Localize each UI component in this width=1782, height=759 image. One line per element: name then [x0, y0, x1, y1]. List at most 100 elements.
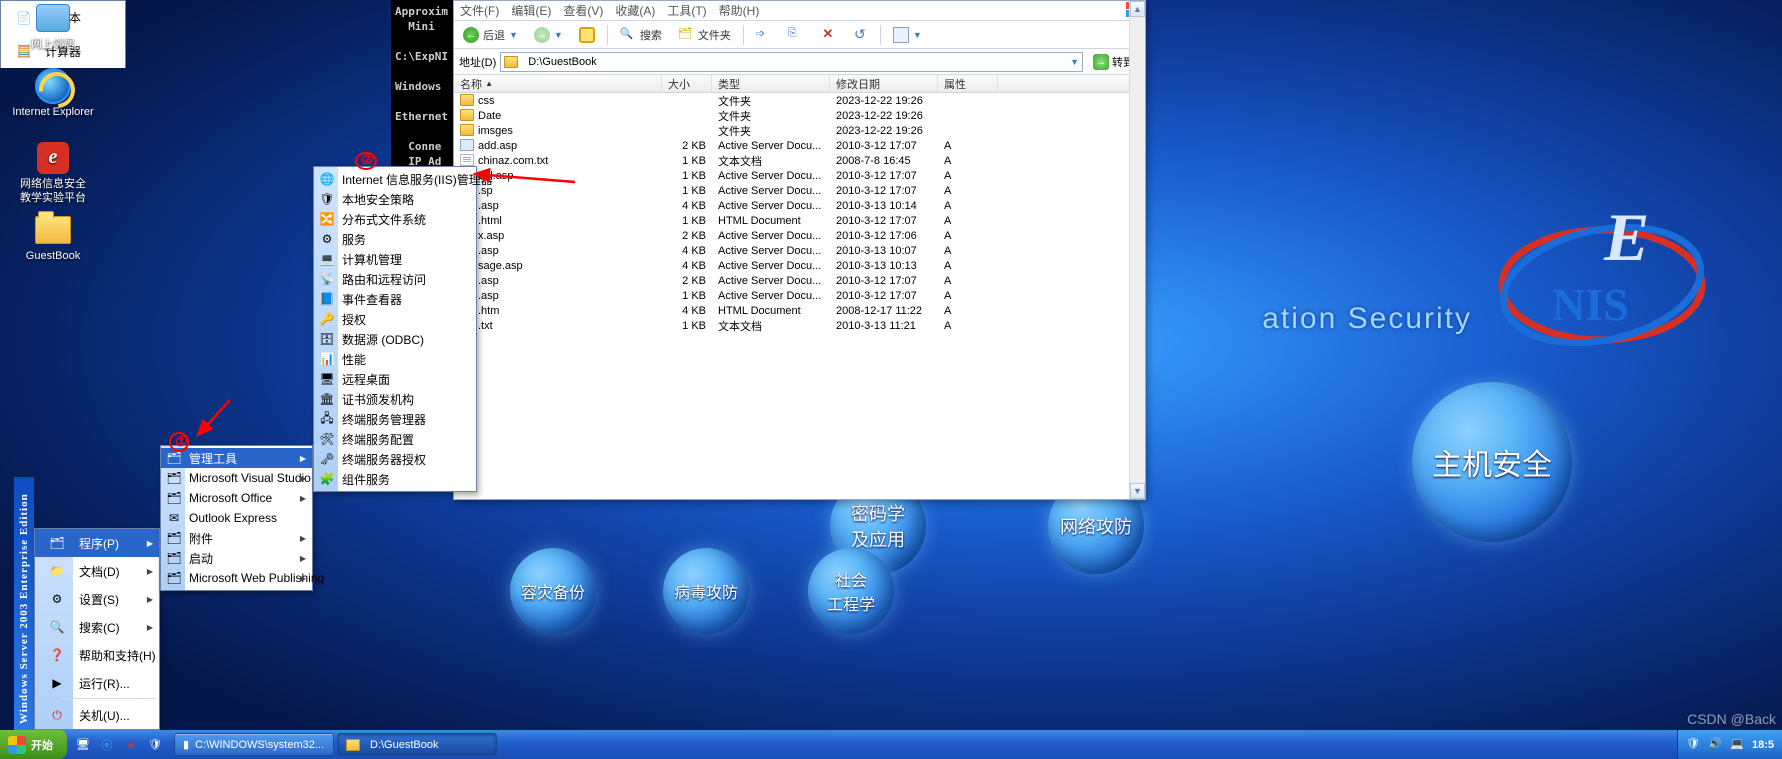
- menu-fav[interactable]: 收藏(A): [615, 2, 655, 19]
- table-row[interactable]: .txt1 KB文本文档2010-3-13 11:21A: [454, 318, 1145, 333]
- start-programs[interactable]: 🗂程序(P): [35, 529, 159, 557]
- table-row[interactable]: .asp2 KBActive Server Docu...2010-3-12 1…: [454, 273, 1145, 288]
- table-row[interactable]: del.asp1 KBActive Server Docu...2010-3-1…: [454, 168, 1145, 183]
- table-row[interactable]: .htm4 KBHTML Document2008-12-17 11:22A: [454, 303, 1145, 318]
- desktop-icon-nis[interactable]: e 网络信息安全 教学实验平台: [8, 140, 98, 206]
- start-shutdown[interactable]: ⏻关机(U)...: [35, 701, 159, 729]
- admin-tools-submenu[interactable]: 🌐Internet 信息服务(IIS)管理器 🛡本地安全策略 🔀分布式文件系统 …: [313, 166, 477, 492]
- admin-license[interactable]: 🔑授权: [314, 309, 476, 329]
- chevron-down-icon: ▼: [913, 30, 922, 40]
- admin-odbc[interactable]: 🗄数据源 (ODBC): [314, 329, 476, 349]
- admin-tslic[interactable]: 🗝终端服务器授权: [314, 449, 476, 469]
- menu-view[interactable]: 查看(V): [563, 2, 603, 19]
- back-button[interactable]: ←后退 ▼: [459, 25, 522, 45]
- start-run[interactable]: ▶运行(R)...: [35, 669, 159, 697]
- undo-button[interactable]: ↺: [848, 25, 872, 45]
- table-row[interactable]: sage.asp4 KBActive Server Docu...2010-3-…: [454, 258, 1145, 273]
- scroll-down-icon[interactable]: ▼: [1130, 483, 1145, 499]
- start-settings[interactable]: ⚙设置(S): [35, 585, 159, 613]
- programs-startup[interactable]: 🗂启动: [161, 548, 312, 568]
- column-attr[interactable]: 属性: [938, 75, 998, 92]
- explorer-window[interactable]: 文件(F) 编辑(E) 查看(V) 收藏(A) 工具(T) 帮助(H) ←后退 …: [453, 0, 1146, 500]
- file-list[interactable]: css文件夹2023-12-22 19:26Date文件夹2023-12-22 …: [454, 93, 1145, 499]
- table-row[interactable]: .asp1 KBActive Server Docu...2010-3-12 1…: [454, 288, 1145, 303]
- programs-accessories[interactable]: 🗂附件: [161, 528, 312, 548]
- column-type[interactable]: 类型: [712, 75, 830, 92]
- column-date[interactable]: 修改日期: [830, 75, 938, 92]
- file-size: 4 KB: [662, 200, 712, 212]
- tray-icon[interactable]: 💻: [1730, 737, 1746, 753]
- table-row[interactable]: .asp4 KBActive Server Docu...2010-3-13 1…: [454, 198, 1145, 213]
- start-documents[interactable]: 📁文档(D): [35, 557, 159, 585]
- file-name: .txt: [478, 320, 493, 332]
- admin-iis[interactable]: 🌐Internet 信息服务(IIS)管理器: [314, 169, 476, 189]
- search-button[interactable]: 🔍搜索: [616, 25, 666, 45]
- table-row[interactable]: add.asp2 KBActive Server Docu...2010-3-1…: [454, 138, 1145, 153]
- moveto-button[interactable]: ➩: [752, 25, 776, 45]
- admin-tscfg[interactable]: 🛠终端服务配置: [314, 429, 476, 449]
- desktop-icon-ie[interactable]: Internet Explorer: [8, 68, 98, 120]
- address-field[interactable]: ▼: [500, 52, 1083, 72]
- system-tray[interactable]: 🛡 🔊 💻 18:5: [1677, 730, 1782, 759]
- views-button[interactable]: ▼: [889, 25, 926, 45]
- clock[interactable]: 18:5: [1752, 739, 1774, 751]
- taskbar-task-cmd[interactable]: ▮C:\WINDOWS\system32...: [174, 733, 334, 756]
- admin-rras[interactable]: 📡路由和远程访问: [314, 269, 476, 289]
- programs-office[interactable]: 🗂Microsoft Office: [161, 488, 312, 508]
- table-row[interactable]: css文件夹2023-12-22 19:26: [454, 93, 1145, 108]
- desktop-icon-network[interactable]: 网上邻居: [8, 0, 98, 52]
- start-button[interactable]: 开始: [0, 730, 67, 759]
- programs-webpub[interactable]: 🗂Microsoft Web Publishing: [161, 568, 312, 588]
- forward-button[interactable]: →▼: [530, 25, 567, 45]
- programs-submenu[interactable]: 🗂管理工具 🗂Microsoft Visual Studio 6.0 🗂Micr…: [160, 445, 313, 591]
- delete-button[interactable]: ✕: [816, 25, 840, 45]
- menu-tools[interactable]: 工具(T): [667, 2, 706, 19]
- desktop-label: 网络信息安全 教学实验平台: [8, 178, 98, 206]
- table-row[interactable]: .sp1 KBActive Server Docu...2010-3-12 17…: [454, 183, 1145, 198]
- programs-admin-tools[interactable]: 🗂管理工具: [161, 448, 312, 468]
- programs-vs6[interactable]: 🗂Microsoft Visual Studio 6.0: [161, 468, 312, 488]
- start-menu[interactable]: 🗂程序(P) 📁文档(D) ⚙设置(S) 🔍搜索(C) ❓帮助和支持(H) ▶运…: [34, 528, 160, 730]
- admin-comsvc[interactable]: 🧩组件服务: [314, 469, 476, 489]
- menu-help[interactable]: 帮助(H): [719, 2, 760, 19]
- admin-ca[interactable]: 🏛证书颁发机构: [314, 389, 476, 409]
- address-input[interactable]: [526, 55, 1066, 69]
- ql-ie[interactable]: ⓔ: [97, 735, 117, 755]
- taskbar-task-guestbook[interactable]: D:\GuestBook: [337, 733, 497, 756]
- table-row[interactable]: Date文件夹2023-12-22 19:26: [454, 108, 1145, 123]
- start-search[interactable]: 🔍搜索(C): [35, 613, 159, 641]
- table-row[interactable]: .asp4 KBActive Server Docu...2010-3-13 1…: [454, 243, 1145, 258]
- scrollbar[interactable]: ▲ ▼: [1129, 93, 1145, 499]
- ql-security[interactable]: 🛡: [145, 735, 165, 755]
- ql-nis[interactable]: e: [121, 735, 141, 755]
- desktop-icon-guestbook[interactable]: GuestBook: [8, 212, 98, 264]
- admin-perf[interactable]: 📊性能: [314, 349, 476, 369]
- file-size: 2 KB: [662, 275, 712, 287]
- tray-icon[interactable]: 🔊: [1708, 737, 1724, 753]
- chevron-down-icon: ▼: [554, 30, 563, 40]
- folders-button[interactable]: 🗂文件夹: [674, 25, 735, 45]
- admin-eventvwr[interactable]: 📘事件查看器: [314, 289, 476, 309]
- copyto-button[interactable]: ⎘: [784, 25, 808, 45]
- table-row[interactable]: chinaz.com.txt1 KB文本文档2008-7-8 16:45A: [454, 153, 1145, 168]
- up-button[interactable]: [575, 25, 599, 45]
- ql-desktop[interactable]: 🖥: [73, 735, 93, 755]
- menu-edit[interactable]: 编辑(E): [511, 2, 551, 19]
- programs-outlook[interactable]: ✉Outlook Express: [161, 508, 312, 528]
- column-size[interactable]: 大小: [662, 75, 712, 92]
- bubble-social: 社会 工程学: [808, 548, 894, 634]
- admin-compmgmt[interactable]: 💻计算机管理: [314, 249, 476, 269]
- menu-file[interactable]: 文件(F): [460, 2, 499, 19]
- start-help[interactable]: ❓帮助和支持(H): [35, 641, 159, 669]
- admin-localsec[interactable]: 🛡本地安全策略: [314, 189, 476, 209]
- table-row[interactable]: x.asp2 KBActive Server Docu...2010-3-12 …: [454, 228, 1145, 243]
- admin-mstsc[interactable]: 🖥远程桌面: [314, 369, 476, 389]
- column-name[interactable]: 名称 ▲: [454, 75, 662, 92]
- chevron-down-icon[interactable]: ▼: [1070, 57, 1079, 67]
- admin-services[interactable]: ⚙服务: [314, 229, 476, 249]
- tray-icon[interactable]: 🛡: [1686, 737, 1702, 753]
- table-row[interactable]: imsges文件夹2023-12-22 19:26: [454, 123, 1145, 138]
- admin-tsmgr[interactable]: 🖧终端服务管理器: [314, 409, 476, 429]
- table-row[interactable]: .html1 KBHTML Document2010-3-12 17:07A: [454, 213, 1145, 228]
- admin-dfs[interactable]: 🔀分布式文件系统: [314, 209, 476, 229]
